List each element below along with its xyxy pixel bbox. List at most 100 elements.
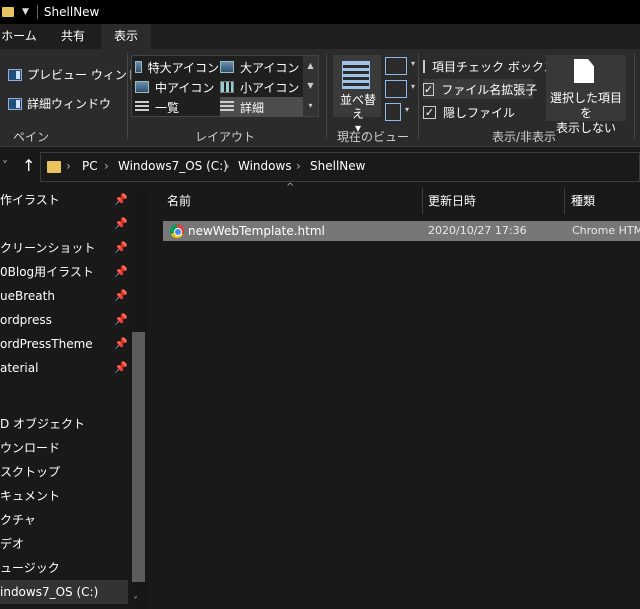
pin-icon[interactable]: 📌 bbox=[114, 260, 128, 284]
breadcrumb-separator-icon[interactable]: › bbox=[296, 159, 301, 173]
pin-icon[interactable]: 📌 bbox=[114, 308, 128, 332]
scroll-down-chevron-icon[interactable]: ˅ bbox=[133, 596, 138, 607]
nav-item-music[interactable]: ュージック bbox=[0, 556, 128, 580]
nav-item[interactable]: 作イラスト 📌 bbox=[0, 188, 128, 212]
file-extensions-toggle[interactable]: ✓ ファイル名拡張子 bbox=[423, 79, 537, 99]
nav-item[interactable]: クリーンショット 📌 bbox=[0, 236, 128, 260]
title-separator bbox=[36, 5, 38, 19]
hide-selected-items-button[interactable]: 選択した項目を 表示しない bbox=[546, 55, 626, 135]
group-label-pane: ペイン bbox=[12, 130, 49, 144]
layout-small-icons[interactable]: 小アイコン bbox=[220, 77, 304, 97]
nav-item-documents[interactable]: キュメント bbox=[0, 484, 128, 508]
nav-item-label: クチャ bbox=[0, 513, 36, 527]
tab-home[interactable]: ホーム bbox=[0, 24, 38, 49]
nav-item[interactable]: ordpress 📌 bbox=[0, 308, 128, 332]
file-name: newWebTemplate.html bbox=[188, 224, 325, 238]
nav-item[interactable]: ueBreath 📌 bbox=[0, 284, 128, 308]
nav-item[interactable]: 📌 bbox=[0, 212, 128, 236]
file-type: Chrome HTM bbox=[572, 224, 640, 237]
layout-medium-icons[interactable]: 中アイコン bbox=[135, 77, 219, 97]
group-separator bbox=[127, 53, 128, 139]
nav-item-3d-objects[interactable]: D オブジェクト bbox=[0, 412, 128, 436]
extra-large-icons-icon bbox=[135, 61, 142, 73]
layout-details[interactable]: 詳細 bbox=[220, 97, 303, 117]
list-icon bbox=[135, 101, 149, 113]
pin-icon[interactable]: 📌 bbox=[114, 284, 128, 308]
breadcrumb-windows[interactable]: Windows bbox=[238, 159, 292, 173]
table-row[interactable]: newWebTemplate.html 2020/10/27 17:36 Chr… bbox=[163, 221, 640, 241]
layout-gallery-scroll[interactable]: ▲ ▼ ▾ bbox=[303, 56, 318, 116]
nav-item-label: ュージック bbox=[0, 561, 60, 575]
quick-access-dropdown-icon[interactable]: ▼ bbox=[22, 7, 29, 17]
nav-item[interactable]: 0Blog用イラスト 📌 bbox=[0, 260, 128, 284]
breadcrumb-separator-icon[interactable]: › bbox=[66, 159, 71, 173]
nav-item-label: ueBreath bbox=[0, 289, 55, 303]
pin-icon[interactable]: 📌 bbox=[114, 212, 128, 236]
pin-icon[interactable]: 📌 bbox=[114, 236, 128, 260]
breadcrumb-separator-icon[interactable]: › bbox=[225, 159, 230, 173]
column-divider[interactable] bbox=[564, 188, 565, 214]
chevron-down-icon[interactable]: ▼ bbox=[303, 76, 318, 96]
breadcrumb-pc[interactable]: PC bbox=[82, 159, 98, 173]
nav-item[interactable] bbox=[0, 380, 128, 404]
nav-item-downloads[interactable]: ウンロード bbox=[0, 436, 128, 460]
pin-icon[interactable]: 📌 bbox=[114, 356, 128, 380]
item-checkboxes-toggle[interactable]: 項目チェック ボックス bbox=[423, 56, 555, 76]
nav-item-drive-c[interactable]: indows7_OS (C:) bbox=[0, 580, 128, 604]
hide-document-icon bbox=[574, 59, 594, 83]
address-area: ˅ ↑ › PC › Windows7_OS (C:) › Windows › … bbox=[0, 148, 640, 186]
hide-selected-label: 選択した項目を 表示しない bbox=[549, 91, 622, 135]
nav-item-videos[interactable]: デオ bbox=[0, 532, 128, 556]
file-extensions-label: ファイル名拡張子 bbox=[441, 82, 538, 97]
navigation-scrollbar-thumb[interactable] bbox=[132, 332, 145, 582]
sort-by-button[interactable]: 並べ替え ▾ bbox=[333, 55, 381, 135]
details-pane-button[interactable]: 詳細ウィンドウ bbox=[8, 95, 111, 112]
layout-label: 大アイコン bbox=[240, 60, 300, 75]
preview-pane-button[interactable]: プレビュー ウィンドウ bbox=[8, 66, 151, 83]
gallery-more-icon[interactable]: ▾ bbox=[303, 96, 318, 116]
breadcrumb-drive[interactable]: Windows7_OS (C:) bbox=[118, 159, 228, 173]
group-label-layout: レイアウト bbox=[194, 130, 255, 144]
pin-icon[interactable]: 📌 bbox=[114, 188, 128, 212]
item-checkboxes-label: 項目チェック ボックス bbox=[432, 59, 556, 74]
tab-view[interactable]: 表示 bbox=[101, 24, 151, 49]
details-icon bbox=[220, 101, 234, 113]
checkbox-checked[interactable]: ✓ bbox=[423, 105, 436, 119]
layout-extra-large-icons[interactable]: 特大アイコン bbox=[135, 57, 219, 77]
up-arrow-icon[interactable]: ↑ bbox=[22, 156, 35, 175]
file-list: ^ 名前 更新日時 種類 newWebTemplate.html 2020/10… bbox=[148, 182, 640, 609]
breadcrumb-separator-icon[interactable]: › bbox=[104, 159, 109, 173]
preview-pane-icon bbox=[8, 68, 22, 81]
nav-item-label: ordpress bbox=[0, 313, 52, 327]
layout-list[interactable]: 一覧 bbox=[135, 97, 219, 117]
nav-item[interactable]: aterial 📌 bbox=[0, 356, 128, 380]
nav-item-pictures[interactable]: クチャ bbox=[0, 508, 128, 532]
column-header-modified[interactable]: 更新日時 bbox=[424, 186, 564, 214]
nav-item[interactable]: ordPressTheme 📌 bbox=[0, 332, 128, 356]
nav-item-desktop[interactable]: スクトップ bbox=[0, 460, 128, 484]
small-icons-icon bbox=[220, 81, 234, 93]
breadcrumb-shellnew[interactable]: ShellNew bbox=[310, 159, 365, 173]
layout-large-icons[interactable]: 大アイコン bbox=[220, 57, 304, 77]
recent-locations-chevron-icon[interactable]: ˅ bbox=[2, 159, 8, 173]
add-columns-button[interactable] bbox=[385, 80, 415, 98]
pin-icon[interactable]: 📌 bbox=[114, 332, 128, 356]
column-header-type[interactable]: 種類 bbox=[567, 186, 640, 214]
group-separator bbox=[326, 53, 327, 139]
checkbox-checked[interactable]: ✓ bbox=[423, 82, 435, 96]
column-divider[interactable] bbox=[422, 188, 423, 214]
group-by-button[interactable] bbox=[385, 57, 415, 75]
hidden-items-toggle[interactable]: ✓ 隠しファイル bbox=[423, 102, 523, 122]
large-icons-icon bbox=[220, 61, 234, 73]
chevron-up-icon[interactable]: ▲ bbox=[303, 56, 318, 76]
hidden-items-label: 隠しファイル bbox=[443, 105, 516, 120]
address-bar[interactable]: › PC › Windows7_OS (C:) › Windows › Shel… bbox=[40, 152, 640, 182]
title-bar: ▼ ShellNew bbox=[0, 0, 640, 24]
medium-icons-icon bbox=[135, 81, 149, 93]
layout-label: 一覧 bbox=[155, 100, 180, 115]
size-columns-button[interactable] bbox=[385, 103, 409, 121]
group-separator bbox=[418, 53, 419, 139]
checkbox[interactable] bbox=[423, 59, 425, 73]
column-header-name[interactable]: 名前 bbox=[163, 186, 421, 214]
tab-share[interactable]: 共有 bbox=[50, 24, 96, 49]
